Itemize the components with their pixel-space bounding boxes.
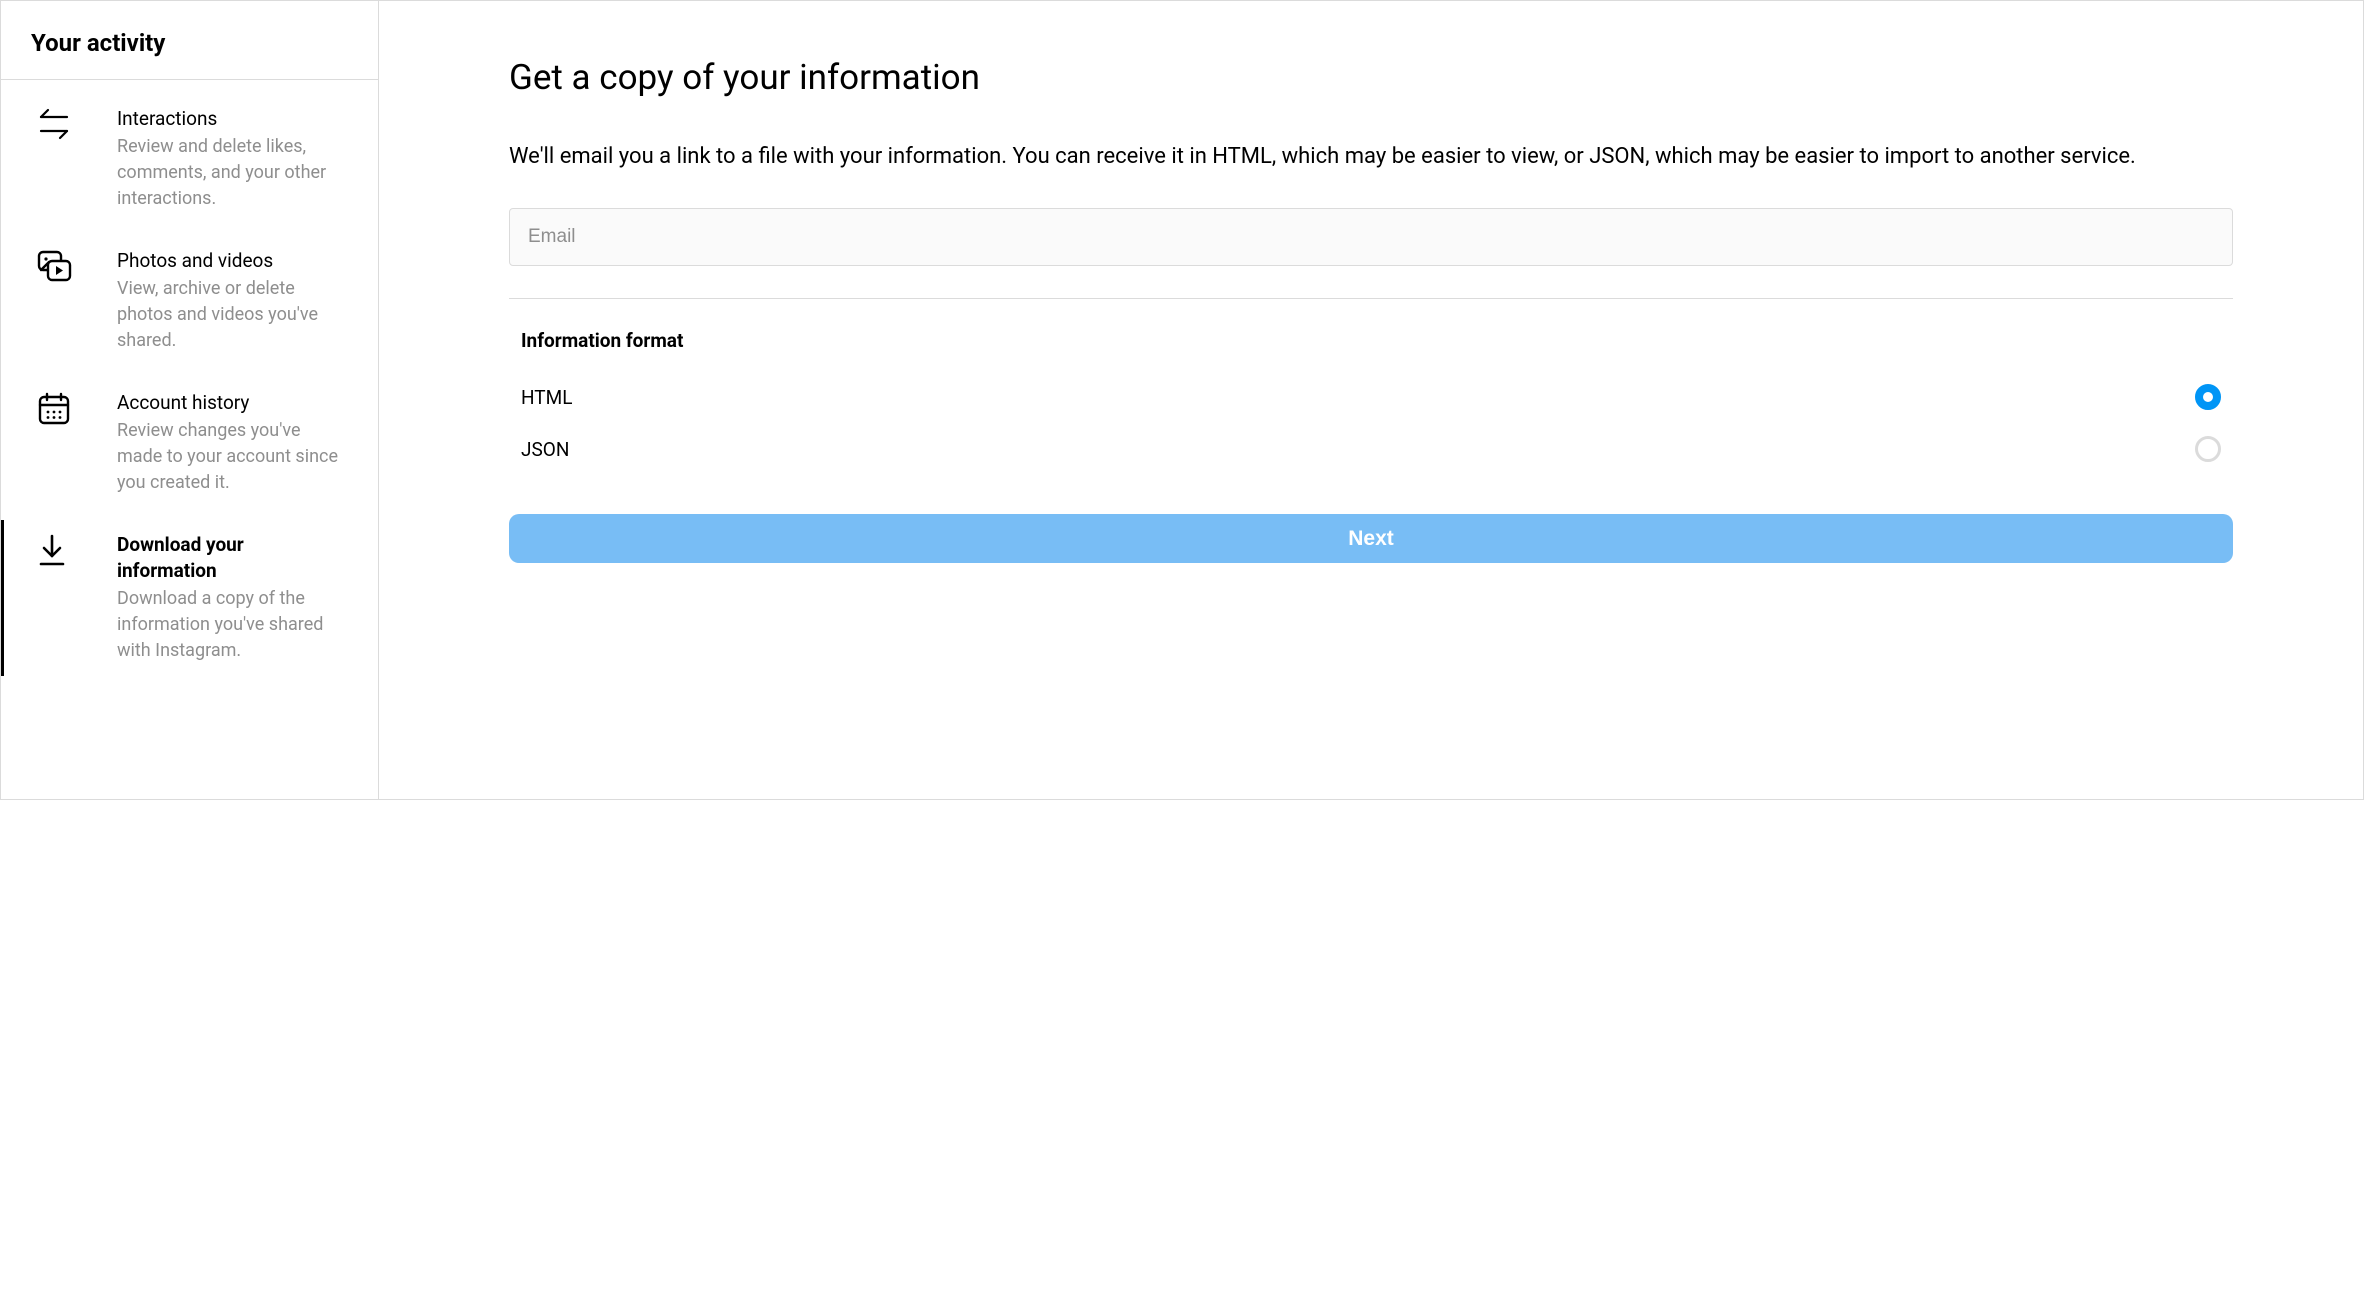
sidebar-item-account-history[interactable]: Account history Review changes you've ma… (1, 372, 378, 514)
next-button[interactable]: Next (509, 514, 2233, 563)
sidebar-header: Your activity (1, 1, 378, 80)
arrows-exchange-icon (37, 106, 77, 140)
sidebar-item-interactions[interactable]: Interactions Review and delete likes, co… (1, 88, 378, 230)
photos-videos-icon (37, 248, 77, 284)
calendar-icon (37, 390, 77, 426)
sidebar-item-desc: Review changes you've made to your accou… (117, 418, 348, 496)
page-title: Get a copy of your information (509, 57, 2233, 98)
sidebar-item-desc: Download a copy of the information you'v… (117, 586, 348, 664)
sidebar-item-desc: View, archive or delete photos and video… (117, 276, 348, 354)
radio-selected-icon (2195, 384, 2221, 410)
sidebar-item-title: Account history (117, 390, 348, 416)
sidebar: Your activity Interactions Review and de… (1, 1, 379, 799)
format-label: HTML (521, 386, 572, 409)
main-content: Get a copy of your information We'll ema… (379, 1, 2363, 799)
sidebar-item-desc: Review and delete likes, comments, and y… (117, 134, 348, 212)
format-option-html[interactable]: HTML (509, 376, 2233, 418)
divider (509, 298, 2233, 299)
email-input[interactable] (509, 208, 2233, 266)
information-format-title: Information format (509, 329, 2233, 352)
radio-unselected-icon (2195, 436, 2221, 462)
sidebar-item-download-info[interactable]: Download your information Download a cop… (1, 514, 378, 682)
download-icon (37, 532, 77, 568)
sidebar-item-photos-videos[interactable]: Photos and videos View, archive or delet… (1, 230, 378, 372)
sidebar-title: Your activity (31, 29, 348, 57)
page-description: We'll email you a link to a file with yo… (509, 142, 2233, 172)
format-label: JSON (521, 438, 569, 461)
sidebar-item-title: Interactions (117, 106, 348, 132)
sidebar-item-title: Download your information (117, 532, 348, 584)
sidebar-items: Interactions Review and delete likes, co… (1, 80, 378, 682)
sidebar-item-title: Photos and videos (117, 248, 348, 274)
format-option-json[interactable]: JSON (509, 428, 2233, 470)
